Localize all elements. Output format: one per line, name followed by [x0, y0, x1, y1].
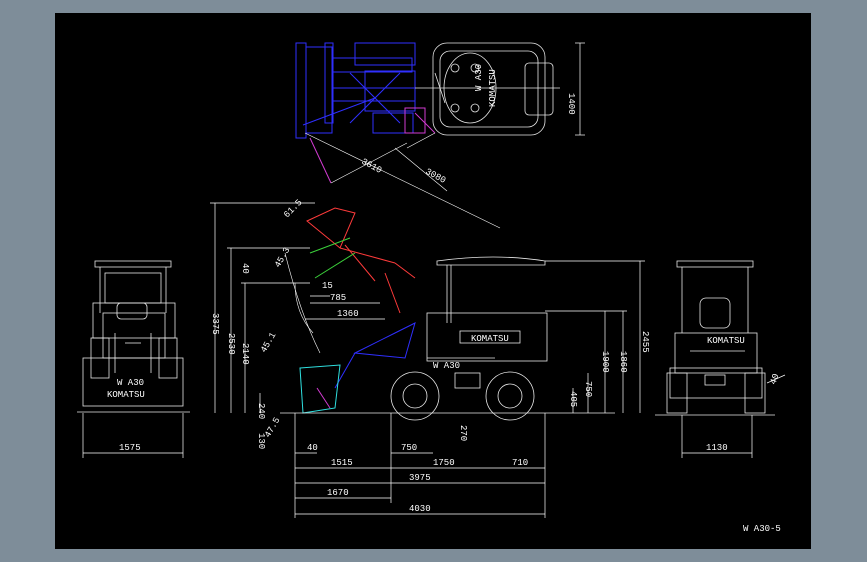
- side-brand: KOMATSU: [471, 334, 509, 344]
- drawing-frame: KOMATSU W A30 1400 3610 3080 W A30 KOMAT…: [0, 0, 867, 562]
- dim-bucket-low: 240: [256, 403, 266, 419]
- top-view-model: W A30: [474, 64, 484, 91]
- dim-1670: 1670: [327, 488, 349, 498]
- side-bucket-low: [299, 364, 341, 414]
- top-view: KOMATSU W A30 1400 3610 3080: [295, 42, 585, 229]
- dim-ground-clearance: 405: [568, 391, 578, 407]
- side-green-linkage: [309, 237, 356, 279]
- dim-wheelbase: 1750: [433, 458, 455, 468]
- dim-axle-height: 750: [583, 381, 593, 397]
- drawing-title: W A30-5: [743, 524, 781, 534]
- angle-a3: 45.1: [259, 331, 278, 355]
- front-model: W A30: [117, 378, 144, 388]
- dim-reach-low: 1360: [337, 309, 359, 319]
- dim-1515: 1515: [331, 458, 353, 468]
- front-view: W A30 KOMATSU 1575: [77, 260, 190, 458]
- turn-outer-dim: 3610: [360, 157, 384, 176]
- dim-front-overhang: 750: [401, 443, 417, 453]
- dim-overall-raised: 3375: [210, 313, 220, 335]
- dim-dump-clearance: 2140: [240, 343, 250, 365]
- rear-view: KOMATSU 40 1130: [655, 260, 786, 458]
- dim-dump-reach: 785: [330, 293, 346, 303]
- side-bucket-dig: [316, 387, 331, 409]
- side-lowered-linkage: [334, 322, 416, 389]
- dim-cab-height: 2455: [640, 331, 650, 353]
- dim-top-small: 40: [240, 263, 250, 274]
- dim-hood-height: 1900: [600, 351, 610, 373]
- dim-rear-overhang: 710: [512, 458, 528, 468]
- dim-overall-length: 4030: [409, 504, 431, 514]
- rear-width-dim: 1130: [706, 443, 728, 453]
- dim-3975: 3975: [409, 473, 431, 483]
- top-view-bucket-linkage: [295, 42, 416, 139]
- turn-inner-dim: 3080: [424, 167, 448, 186]
- top-view-brand: KOMATSU: [488, 69, 498, 107]
- side-view: KOMATSU W A30 3375 2530 2140 40 240 130 …: [210, 198, 650, 518]
- top-width-dim: 1400: [566, 93, 576, 115]
- side-model: W A30: [433, 361, 460, 371]
- dim-reach-small: 15: [322, 281, 333, 291]
- rear-angle-dim: 40: [768, 372, 781, 386]
- front-width-dim: 1575: [119, 443, 141, 453]
- angle-a4: 47.5: [263, 416, 282, 440]
- side-raised-linkage: [306, 207, 416, 314]
- technical-drawing: KOMATSU W A30 1400 3610 3080 W A30 KOMAT…: [77, 42, 786, 534]
- angle-a2: 45.3: [273, 246, 292, 270]
- front-brand: KOMATSU: [107, 390, 145, 400]
- cad-sheet: KOMATSU W A30 1400 3610 3080 W A30 KOMAT…: [55, 13, 811, 549]
- side-view-body: [390, 256, 548, 421]
- angle-a1: 61.5: [282, 198, 304, 220]
- rear-brand: KOMATSU: [707, 336, 745, 346]
- dim-bucket-front: 40: [307, 443, 318, 453]
- dim-front-small: 270: [458, 425, 468, 441]
- reach-arc: [294, 282, 314, 334]
- dim-body-height: 1860: [618, 351, 628, 373]
- dim-pin-height: 2530: [226, 333, 236, 355]
